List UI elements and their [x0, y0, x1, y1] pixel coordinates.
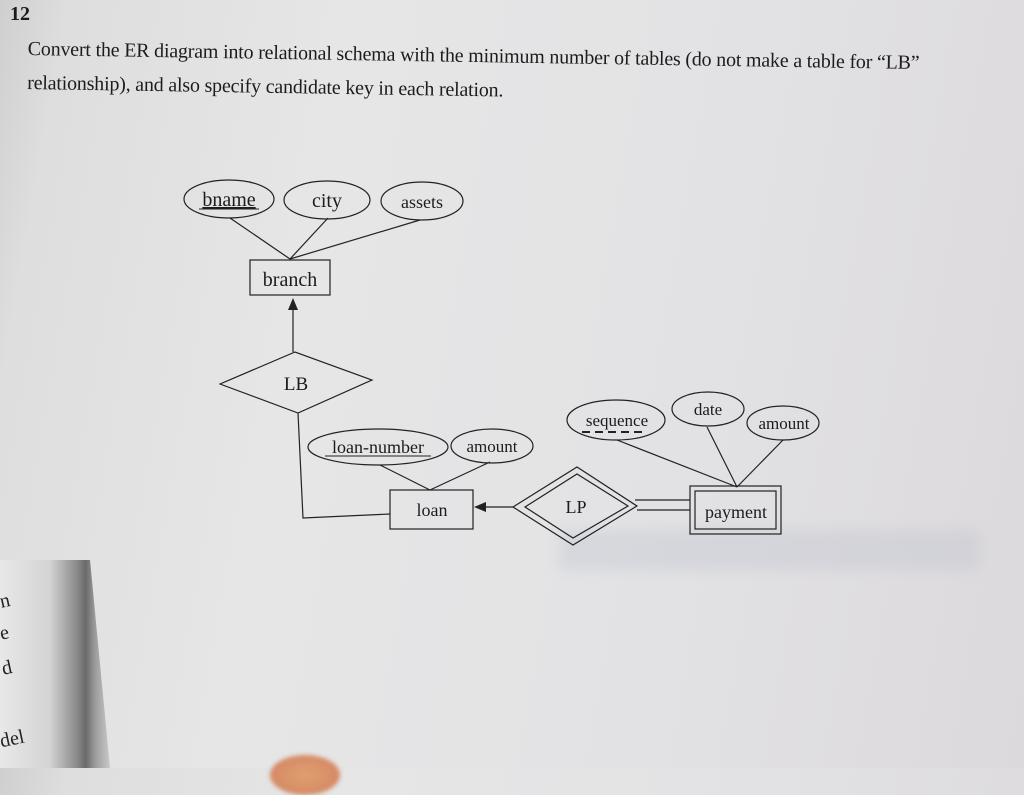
label-sequence: sequence: [586, 411, 648, 430]
link-loannumber-loan: [379, 464, 431, 491]
label-branch: branch: [263, 269, 317, 291]
link-sequence-payment: [616, 439, 738, 488]
link-amount-payment: [736, 439, 784, 488]
arrowhead-branch: [288, 298, 298, 310]
label-loan-amount: amount: [467, 437, 518, 456]
arrowhead-loan: [474, 502, 486, 512]
er-diagram: bname city assets branch LB loan-number …: [183, 179, 820, 546]
link-amount-loan: [429, 461, 491, 491]
link-assets-branch: [289, 219, 421, 260]
finger-edge: [270, 755, 340, 795]
label-bname: bname: [202, 189, 255, 211]
label-lb: LB: [284, 374, 308, 395]
label-assets: assets: [401, 192, 443, 212]
label-city: city: [312, 190, 342, 212]
label-payment-amount: amount: [759, 414, 810, 433]
label-loan-number: loan-number: [332, 437, 424, 457]
label-payment: payment: [705, 502, 767, 522]
label-date: date: [694, 400, 722, 419]
label-loan: loan: [417, 500, 448, 520]
link-date-payment: [706, 426, 738, 488]
label-lp: LP: [565, 497, 586, 517]
link-bname-branch: [229, 217, 291, 260]
